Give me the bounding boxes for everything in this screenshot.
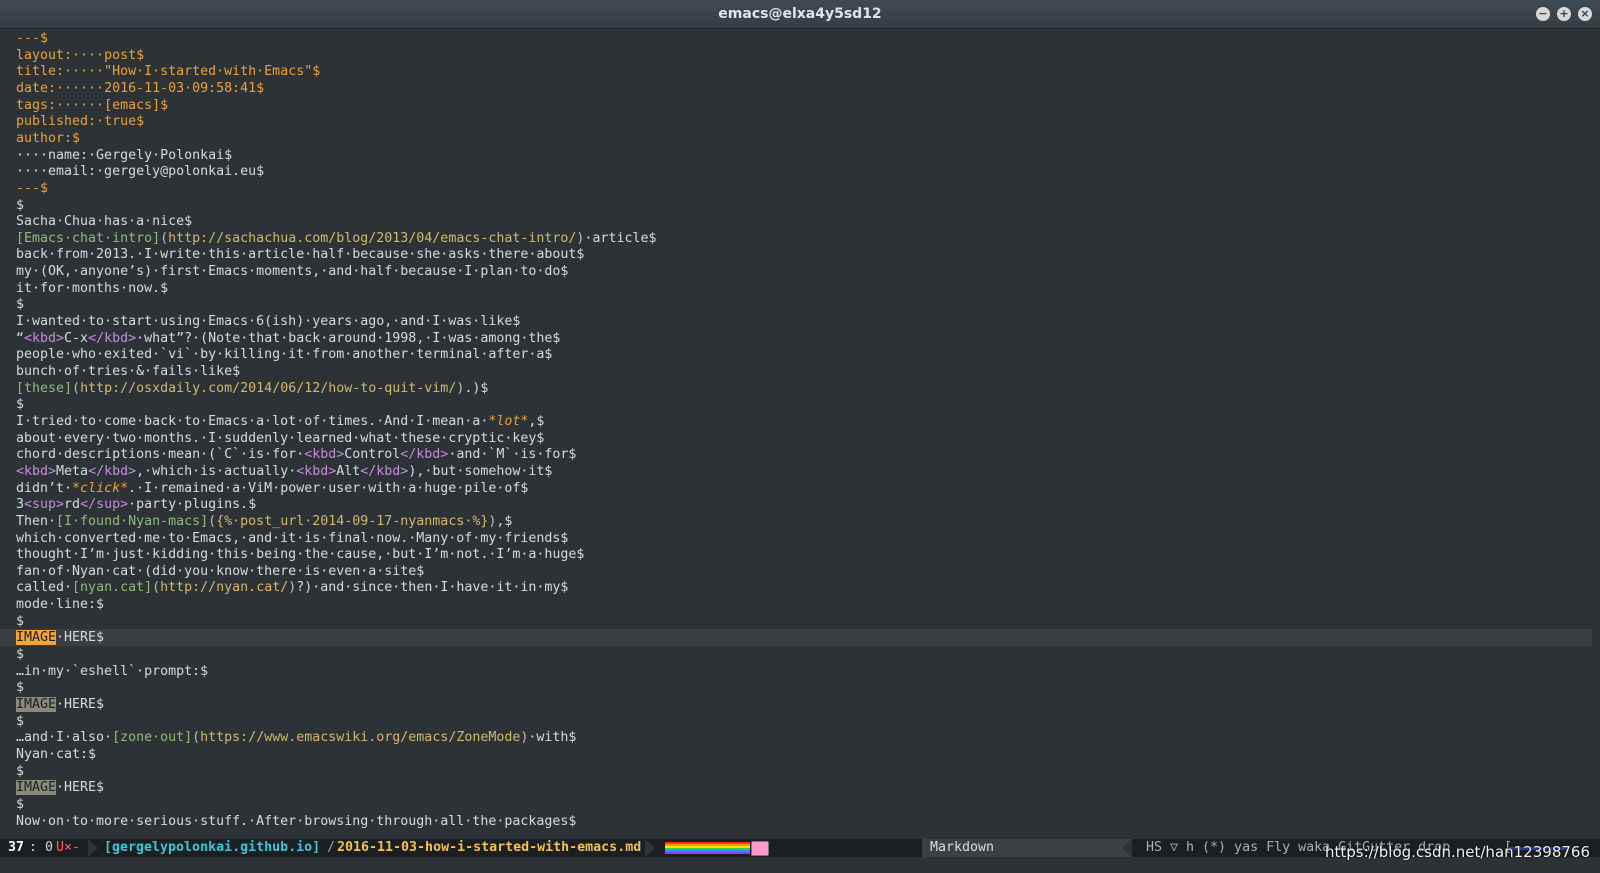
buffer-line[interactable]: bunch·of·tries·&·fails·like$	[16, 363, 240, 380]
buffer-line[interactable]: thought·I’m·just·kidding·this·being·the·…	[16, 546, 584, 563]
powerline-arrow-icon	[645, 839, 655, 857]
buffer-line[interactable]: Now·on·to·more·serious·stuff.·After·brow…	[16, 813, 576, 830]
buffer-line[interactable]: $	[16, 197, 24, 214]
buffer-line[interactable]: fan·of·Nyan·cat·(did·you·know·there·is·e…	[16, 563, 424, 580]
buffer-line[interactable]: $	[16, 396, 24, 413]
buffer-line[interactable]: $	[16, 296, 24, 313]
buffer-line[interactable]: I·tried·to·come·back·to·Emacs·a·lot·of·t…	[16, 413, 544, 430]
line-number: 37	[8, 840, 25, 855]
buffer-line[interactable]: …and·I·also·[zone·out](https://www.emacs…	[16, 729, 576, 746]
minimize-icon[interactable]: −	[1536, 7, 1550, 21]
buffer-line[interactable]: Then·[I·found·Nyan-macs]({%·post_url·201…	[16, 513, 512, 530]
maximize-icon[interactable]: +	[1557, 7, 1571, 21]
buffer-line[interactable]: called·[nyan.cat](http://nyan.cat/)?)·an…	[16, 579, 568, 596]
buffer-line[interactable]: it·for·months·now.$	[16, 280, 168, 297]
window-title: emacs@elxa4y5sd12	[718, 6, 882, 22]
buffer-line[interactable]: 3<sup>rd</sup>·party·plugins.$	[16, 496, 256, 513]
buffer-line[interactable]: layout:····post$	[16, 47, 144, 64]
current-line[interactable]: IMAGE·HERE$	[0, 629, 1592, 647]
buffer-line[interactable]: $	[16, 613, 24, 630]
buffer-line[interactable]: <kbd>Meta</kbd>,·which·is·actually·<kbd>…	[16, 463, 552, 480]
buffer-line[interactable]: author:$	[16, 130, 80, 147]
emacs-window: emacs@elxa4y5sd12 − + × ---$ layout:····p…	[0, 0, 1600, 873]
nyan-cat-icon	[751, 841, 769, 856]
buffer-line[interactable]: ····name:·Gergely·Polonkai$	[16, 147, 232, 164]
major-mode[interactable]: Markdown	[930, 839, 994, 857]
buffer-line[interactable]: Nyan·cat:$	[16, 746, 96, 763]
buffer-line[interactable]: didn’t·*click*.·I·remained·a·ViM·power·u…	[16, 480, 528, 497]
buffer-line[interactable]: date:······2016-11-03·09:58:41$	[16, 80, 264, 97]
buffer-line[interactable]: I·wanted·to·start·using·Emacs·6(ish)·yea…	[16, 313, 520, 330]
watermark: https://blog.csdn.net/han12398766	[1324, 843, 1590, 861]
buffer-line[interactable]: which·converted·me·to·Emacs,·and·it·is·f…	[16, 530, 568, 547]
buffer-line[interactable]: $	[16, 763, 24, 780]
buffer-line[interactable]: about·every·two·months.·I·suddenly·learn…	[16, 430, 544, 447]
buffer-line[interactable]: ····email:·gergely@polonkai.eu$	[16, 163, 264, 180]
buffer-line[interactable]: IMAGE·HERE$	[16, 779, 104, 796]
powerline-arrow-icon	[1122, 839, 1132, 857]
buffer-line[interactable]: title:·····"How·I·started·with·Emacs"$	[16, 63, 320, 80]
buffer-line[interactable]: ---$	[16, 30, 48, 47]
buffer-line[interactable]: $	[16, 796, 24, 813]
buffer-line[interactable]: mode·line:$	[16, 596, 104, 613]
buffer-line[interactable]: $	[16, 646, 24, 663]
buffer-line[interactable]: “<kbd>C-x</kbd>·what”?·(Note·that·back·a…	[16, 330, 560, 347]
buffer-line[interactable]: …in·my·`eshell`·prompt:$	[16, 663, 208, 680]
powerline-arrow-icon	[88, 839, 98, 857]
path-separator: /	[327, 840, 336, 855]
buffer-line[interactable]: chord·descriptions·mean·(`C`·is·for·<kbd…	[16, 446, 576, 463]
column-number: : 0	[29, 840, 54, 855]
buffer-line[interactable]: $	[16, 679, 24, 696]
buffer-line[interactable]: ---$	[16, 180, 48, 197]
buffer-line[interactable]: tags:······[emacs]$	[16, 97, 168, 114]
buffer-line[interactable]: published:·true$	[16, 113, 144, 130]
buffer-modified-indicator: U×-	[56, 840, 81, 855]
buffer-line[interactable]: [Emacs·chat·intro](http://sachachua.com/…	[16, 230, 656, 247]
buffer-line[interactable]: [these](http://osxdaily.com/2014/06/12/h…	[16, 380, 488, 397]
buffer-line[interactable]: back·from·2013.·I·write·this·article·hal…	[16, 246, 584, 263]
buffer-line[interactable]: my·(OK,·anyone’s)·first·Emacs·moments,·a…	[16, 263, 568, 280]
project-name[interactable]: [gergelypolonkai.github.io]	[104, 839, 320, 857]
close-icon[interactable]: ×	[1578, 7, 1592, 21]
buffer-line[interactable]: people·who·exited·`vi`·by·killing·it·fro…	[16, 346, 552, 363]
editor-buffer[interactable]: ---$ layout:····post$ title:·····"How·I·st…	[0, 29, 1600, 839]
nyan-rainbow-icon	[665, 842, 750, 854]
buffer-line[interactable]: Sacha·Chua·has·a·nice$	[16, 213, 192, 230]
title-bar: emacs@elxa4y5sd12 − + ×	[0, 0, 1600, 29]
buffer-filename[interactable]: 2016-11-03-how-i-started-with-emacs.md	[337, 839, 641, 857]
buffer-line[interactable]: IMAGE·HERE$	[16, 696, 104, 713]
window-controls: − + ×	[1536, 7, 1592, 21]
buffer-line[interactable]: $	[16, 713, 24, 730]
